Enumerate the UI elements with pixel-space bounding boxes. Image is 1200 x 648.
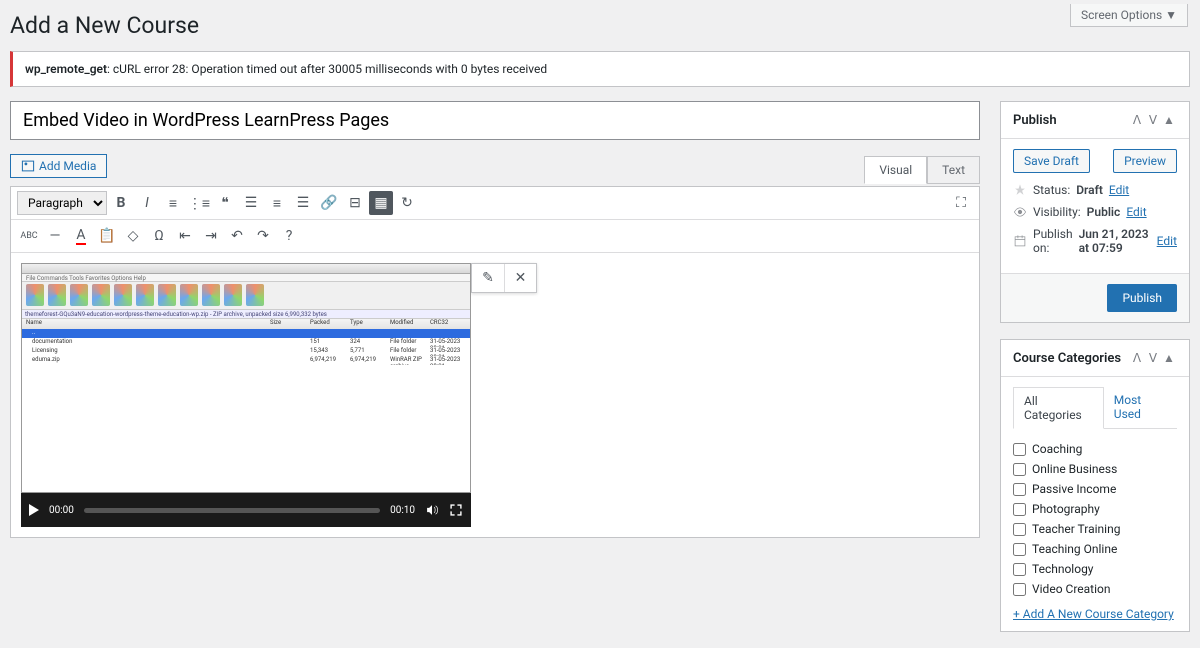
hr-button[interactable]: —: [43, 224, 67, 248]
calendar-icon: [1013, 234, 1027, 248]
play-button[interactable]: [29, 504, 39, 516]
panel-up-icon[interactable]: ᐱ: [1129, 112, 1145, 128]
reload-button[interactable]: ↻: [395, 191, 419, 215]
video-controls: 00:00 00:10: [21, 493, 471, 527]
fullscreen-icon[interactable]: [449, 503, 463, 517]
category-checkbox[interactable]: [1013, 563, 1026, 576]
category-item[interactable]: Teacher Training: [1013, 519, 1177, 539]
edit-visibility-link[interactable]: Edit: [1126, 205, 1146, 219]
align-right-button[interactable]: ☰: [291, 191, 315, 215]
tab-text[interactable]: Text: [927, 156, 980, 184]
preview-button[interactable]: Preview: [1113, 149, 1177, 173]
error-fn: wp_remote_get: [25, 62, 107, 76]
category-item[interactable]: Technology: [1013, 559, 1177, 579]
category-item[interactable]: Teaching Online: [1013, 539, 1177, 559]
edit-schedule-link[interactable]: Edit: [1157, 234, 1177, 248]
editor-canvas[interactable]: ✎ ✕ File Commands Tools Favorites Option…: [11, 253, 979, 537]
toolbar-toggle-button[interactable]: ▦: [369, 191, 393, 215]
panel-up-icon[interactable]: ᐱ: [1129, 350, 1145, 366]
category-checkbox[interactable]: [1013, 443, 1026, 456]
clear-format-button[interactable]: ◇: [121, 224, 145, 248]
categories-title: Course Categories: [1013, 351, 1129, 366]
tab-most-used[interactable]: Most Used: [1104, 387, 1177, 428]
category-list: Coaching Online Business Passive Income Pho…: [1013, 439, 1177, 599]
category-label: Technology: [1032, 562, 1093, 576]
publish-button[interactable]: Publish: [1107, 284, 1177, 312]
align-center-button[interactable]: ≡: [265, 191, 289, 215]
page-title: Add a New Course: [0, 0, 1200, 45]
redo-button[interactable]: ↷: [251, 224, 275, 248]
category-label: Teaching Online: [1032, 542, 1117, 556]
panel-toggle-icon[interactable]: ▲: [1161, 350, 1177, 366]
category-checkbox[interactable]: [1013, 543, 1026, 556]
category-item[interactable]: Online Business: [1013, 459, 1177, 479]
current-time: 00:00: [49, 505, 74, 516]
fullscreen-button[interactable]: ⛶: [949, 191, 973, 215]
screen-options-toggle[interactable]: Screen Options ▼: [1070, 4, 1188, 27]
duration: 00:10: [390, 505, 415, 516]
link-button[interactable]: 🔗: [317, 191, 341, 215]
edit-embed-button[interactable]: ✎: [472, 264, 504, 292]
tab-all-categories[interactable]: All Categories: [1013, 387, 1104, 429]
italic-button[interactable]: I: [135, 191, 159, 215]
categories-panel: Course Categories ᐱ ᐯ ▲ All Categories M…: [1000, 339, 1190, 632]
tab-visual[interactable]: Visual: [864, 156, 927, 184]
pin-icon: [1013, 183, 1027, 197]
category-label: Photography: [1032, 502, 1100, 516]
help-button[interactable]: ?: [277, 224, 301, 248]
save-draft-button[interactable]: Save Draft: [1013, 149, 1090, 173]
error-notice: wp_remote_get: cURL error 28: Operation …: [10, 51, 1190, 87]
readmore-button[interactable]: ⊟: [343, 191, 367, 215]
seek-bar[interactable]: [84, 508, 380, 513]
panel-down-icon[interactable]: ᐯ: [1145, 112, 1161, 128]
course-title-input[interactable]: [10, 101, 980, 140]
bullet-list-button[interactable]: ≡: [161, 191, 185, 215]
panel-down-icon[interactable]: ᐯ: [1145, 350, 1161, 366]
add-media-label: Add Media: [39, 159, 96, 173]
paste-text-button[interactable]: 📋: [95, 224, 119, 248]
align-left-button[interactable]: ☰: [239, 191, 263, 215]
embed-toolbar: ✎ ✕: [471, 263, 537, 293]
error-msg: : cURL error 28: Operation timed out aft…: [107, 62, 547, 76]
publish-panel: Publish ᐱ ᐯ ▲ Save Draft Preview Status:…: [1000, 101, 1190, 323]
media-icon: [21, 159, 35, 173]
category-label: Passive Income: [1032, 482, 1116, 496]
blockquote-button[interactable]: ❝: [213, 191, 237, 215]
category-checkbox[interactable]: [1013, 583, 1026, 596]
add-category-link[interactable]: + Add A New Course Category: [1013, 607, 1174, 621]
edit-status-link[interactable]: Edit: [1109, 183, 1129, 197]
format-select[interactable]: Paragraph: [17, 191, 107, 215]
category-label: Teacher Training: [1032, 522, 1120, 536]
category-label: Coaching: [1032, 442, 1082, 456]
bold-button[interactable]: B: [109, 191, 133, 215]
publish-title: Publish: [1013, 113, 1129, 128]
category-item[interactable]: Video Creation: [1013, 579, 1177, 599]
category-label: Video Creation: [1032, 582, 1110, 596]
add-media-button[interactable]: Add Media: [10, 154, 107, 178]
video-embed[interactable]: File Commands Tools Favorites Options He…: [21, 263, 471, 527]
strikethrough-button[interactable]: ABC: [17, 224, 41, 248]
category-item[interactable]: Passive Income: [1013, 479, 1177, 499]
category-label: Online Business: [1032, 462, 1117, 476]
video-frame: File Commands Tools Favorites Options He…: [21, 263, 471, 493]
volume-icon[interactable]: [425, 503, 439, 517]
outdent-button[interactable]: ⇤: [173, 224, 197, 248]
undo-button[interactable]: ↶: [225, 224, 249, 248]
category-item[interactable]: Photography: [1013, 499, 1177, 519]
category-item[interactable]: Coaching: [1013, 439, 1177, 459]
text-color-button[interactable]: A: [69, 224, 93, 248]
category-checkbox[interactable]: [1013, 463, 1026, 476]
eye-icon: [1013, 205, 1027, 219]
special-char-button[interactable]: Ω: [147, 224, 171, 248]
remove-embed-button[interactable]: ✕: [504, 264, 536, 292]
panel-toggle-icon[interactable]: ▲: [1161, 112, 1177, 128]
category-checkbox[interactable]: [1013, 503, 1026, 516]
category-checkbox[interactable]: [1013, 483, 1026, 496]
wysiwyg-editor: Paragraph B I ≡ ⋮≡ ❝ ☰ ≡ ☰ 🔗 ⊟ ▦ ↻ ⛶ ABC: [10, 186, 980, 538]
indent-button[interactable]: ⇥: [199, 224, 223, 248]
number-list-button[interactable]: ⋮≡: [187, 191, 211, 215]
category-checkbox[interactable]: [1013, 523, 1026, 536]
